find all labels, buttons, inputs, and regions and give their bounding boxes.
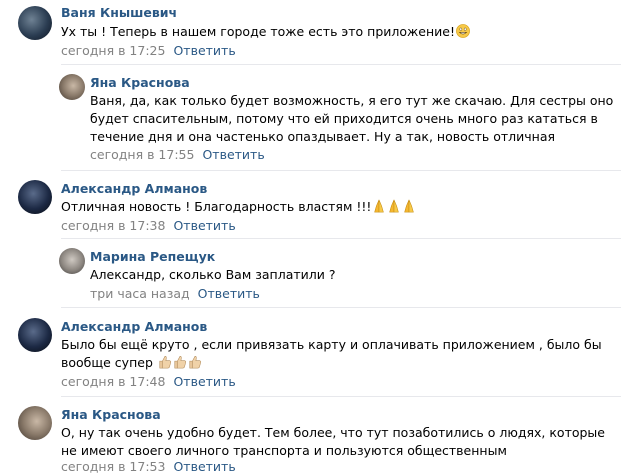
comment-meta: сегодня в 17:53 Ответить (61, 459, 236, 474)
thumbs-up-icon (189, 356, 201, 369)
reply-button[interactable]: Ответить (173, 43, 235, 58)
comment-text: Ух ты ! Теперь в нашем городе тоже есть … (61, 23, 621, 41)
reply-button[interactable]: Ответить (173, 459, 235, 474)
comment-time[interactable]: сегодня в 17:48 (61, 374, 165, 389)
comment-author[interactable]: Яна Краснова (61, 407, 161, 422)
comment-text-body: Александр, сколько Вам заплатили ? (90, 267, 336, 282)
reply-button[interactable]: Ответить (173, 218, 235, 233)
avatar[interactable] (18, 6, 52, 40)
thumbs-up-icon (159, 356, 171, 369)
comment-meta: сегодня в 17:48 Ответить (61, 374, 236, 389)
comment-text: Отличная новость ! Благодарность властям… (61, 198, 621, 216)
comment-text: О, ну так очень удобно будет. Тем более,… (61, 425, 605, 458)
comment-text-body: Ух ты ! Теперь в нашем городе тоже есть … (61, 24, 455, 39)
comment-time[interactable]: сегодня в 17:25 (61, 43, 165, 58)
comment-text-body: Отличная новость ! Благодарность властям… (61, 199, 372, 214)
comment-meta: три часа назад Ответить (90, 286, 260, 301)
divider (61, 396, 621, 397)
avatar[interactable] (18, 180, 52, 214)
comment-meta: сегодня в 17:55 Ответить (90, 147, 265, 162)
reply-button[interactable]: Ответить (173, 374, 235, 389)
folded-hands-icon (374, 199, 385, 213)
divider (61, 170, 621, 171)
comment-time[interactable]: три часа назад (90, 286, 190, 301)
comment-author[interactable]: Ваня Кнышевич (61, 5, 177, 20)
avatar[interactable] (18, 406, 52, 440)
comment-time[interactable]: сегодня в 17:53 (61, 459, 165, 474)
avatar[interactable] (59, 248, 85, 274)
comment-meta: сегодня в 17:38 Ответить (61, 218, 236, 233)
divider (61, 238, 621, 239)
comment-text: Александр, сколько Вам заплатили ? (90, 266, 623, 284)
comment-author[interactable]: Марина Репещук (90, 249, 215, 264)
comment-text: Было бы ещё круто , если привязать карту… (61, 336, 621, 372)
comment-meta: сегодня в 17:25 Ответить (61, 43, 236, 58)
grinning-face-icon (456, 24, 470, 38)
comment-time[interactable]: сегодня в 17:38 (61, 218, 165, 233)
reply-button[interactable]: Ответить (202, 147, 264, 162)
comment-text: Ваня, да, как только будет возможность, … (90, 93, 614, 144)
divider (61, 307, 621, 308)
thumbs-up-icon (174, 356, 186, 369)
divider (61, 64, 621, 65)
folded-hands-icon (389, 199, 400, 213)
reply-button[interactable]: Ответить (198, 286, 260, 301)
comment-author[interactable]: Александр Алманов (61, 319, 207, 334)
avatar[interactable] (18, 318, 52, 352)
comment-author[interactable]: Александр Алманов (61, 181, 207, 196)
comment-time[interactable]: сегодня в 17:55 (90, 147, 194, 162)
comment-author[interactable]: Яна Краснова (90, 75, 190, 90)
folded-hands-icon (404, 199, 415, 213)
avatar[interactable] (59, 74, 85, 100)
comment-text-body: Было бы ещё круто , если привязать карту… (61, 337, 602, 370)
